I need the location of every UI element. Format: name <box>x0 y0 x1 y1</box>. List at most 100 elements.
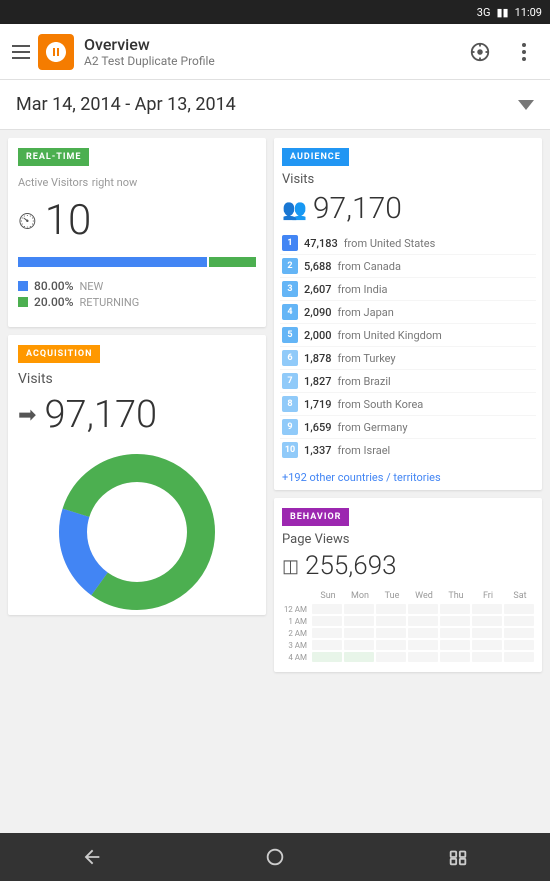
arrow-right-icon: ➡ <box>18 403 36 428</box>
audience-card: AUDIENCE Visits 👥 97,170 1 47,183 from U… <box>274 138 542 490</box>
target-icon-btn[interactable] <box>466 38 494 66</box>
heatmap-cell <box>472 616 502 626</box>
rank-badge: 10 <box>282 442 298 458</box>
behavior-card: BEHAVIOR Page Views ◫ 255,693 SunMonTueW… <box>274 498 542 672</box>
country-count: 2,000 <box>304 329 331 342</box>
heatmap-cell <box>472 628 502 638</box>
home-button[interactable] <box>264 846 286 868</box>
country-count: 1,659 <box>304 421 331 434</box>
heatmap-cell <box>440 628 470 638</box>
group-icon: 👥 <box>282 197 307 221</box>
date-range-bar[interactable]: Mar 14, 2014 - Apr 13, 2014 <box>0 80 550 130</box>
country-name: from Israel <box>337 444 390 457</box>
heatmap-day-label: Sun <box>314 591 342 601</box>
heatmap-cell <box>472 652 502 662</box>
heatmap-days-header: SunMonTueWedThuFriSat <box>282 591 534 601</box>
heatmap-day-label: Fri <box>474 591 502 601</box>
heatmap-cell <box>344 628 374 638</box>
country-name: from Canada <box>337 260 400 273</box>
hamburger-menu[interactable] <box>12 45 30 59</box>
new-visitors-bar <box>18 257 207 267</box>
rank-badge: 9 <box>282 419 298 435</box>
country-name: from Japan <box>337 306 393 319</box>
heatmap-day-label: Thu <box>442 591 470 601</box>
heatmap-cell <box>440 652 470 662</box>
country-count: 1,827 <box>304 375 331 388</box>
country-count: 1,337 <box>304 444 331 457</box>
heatmap-cell <box>504 616 534 626</box>
heatmap-cell <box>376 640 406 650</box>
recents-button[interactable] <box>447 846 469 868</box>
heatmap-cell <box>504 604 534 614</box>
country-name: from Brazil <box>337 375 390 388</box>
app-bar: Overview A2 Test Duplicate Profile <box>0 24 550 80</box>
rank-badge: 3 <box>282 281 298 297</box>
new-dot <box>18 281 28 291</box>
heatmap-time-label: 3 AM <box>282 641 310 650</box>
app-subtitle: A2 Test Duplicate Profile <box>84 54 466 68</box>
country-name: from India <box>337 283 387 296</box>
acquisition-visits-number: 97,170 <box>44 393 157 437</box>
clock-icon: ⏲ <box>18 207 37 235</box>
heatmap-time-label: 12 AM <box>282 605 310 614</box>
audience-tag-row: AUDIENCE <box>274 138 542 166</box>
other-countries-text: +192 other countries / territories <box>274 467 542 490</box>
heatmap-cell <box>344 616 374 626</box>
heatmap-cell <box>504 640 534 650</box>
app-bar-actions <box>466 38 538 66</box>
realtime-tag: REAL-TIME <box>18 148 89 166</box>
list-item: 9 1,659 from Germany <box>280 416 536 439</box>
more-options-icon[interactable] <box>510 38 538 66</box>
heatmap-day-label: Sat <box>506 591 534 601</box>
status-bar: 3G ▮▮ 11:09 <box>0 0 550 24</box>
rank-badge: 7 <box>282 373 298 389</box>
returning-label: RETURNING <box>79 296 139 309</box>
new-label: NEW <box>79 280 103 293</box>
heatmap-cell <box>408 652 438 662</box>
list-item: 4 2,090 from Japan <box>280 301 536 324</box>
country-count: 1,878 <box>304 352 331 365</box>
behavior-tag: BEHAVIOR <box>282 508 349 526</box>
country-count: 2,607 <box>304 283 331 296</box>
heatmap-cell <box>312 652 342 662</box>
list-item: 3 2,607 from India <box>280 278 536 301</box>
heatmap-cell <box>440 604 470 614</box>
app-title-group: Overview A2 Test Duplicate Profile <box>84 35 466 68</box>
acquisition-visits-label: Visits <box>8 363 266 389</box>
heatmap-cell <box>376 616 406 626</box>
back-button[interactable] <box>81 846 103 868</box>
heatmap-row: 3 AM <box>282 640 534 650</box>
heatmap-cell <box>312 628 342 638</box>
behavior-tag-row: BEHAVIOR <box>274 498 542 526</box>
list-item: 2 5,688 from Canada <box>280 255 536 278</box>
active-visitors-number: 10 <box>45 196 92 245</box>
list-item: 6 1,878 from Turkey <box>280 347 536 370</box>
acquisition-card: ACQUISITION Visits ➡ 97,170 <box>8 335 266 615</box>
list-item: 8 1,719 from South Korea <box>280 393 536 416</box>
heatmap-cell <box>472 604 502 614</box>
returning-dot <box>18 297 28 307</box>
heatmap-row: 1 AM <box>282 616 534 626</box>
visitor-legend: 80.00% NEW 20.00% RETURNING <box>8 275 266 315</box>
new-legend-item: 80.00% NEW <box>18 279 256 293</box>
rank-badge: 6 <box>282 350 298 366</box>
app-title: Overview <box>84 35 466 54</box>
audience-visits-label: Visits <box>274 166 542 189</box>
heatmap-cell <box>408 616 438 626</box>
grid-icon: ◫ <box>282 556 299 577</box>
heatmap: SunMonTueWedThuFriSat 12 AM1 AM2 AM3 AM4… <box>274 587 542 672</box>
main-content: REAL-TIME Active Visitors right now ⏲ 10… <box>0 138 550 835</box>
bottom-nav <box>0 833 550 881</box>
heatmap-cell <box>440 640 470 650</box>
heatmap-day-label: Wed <box>410 591 438 601</box>
returning-visitors-bar <box>209 257 256 267</box>
heatmap-row: 2 AM <box>282 628 534 638</box>
right-column: AUDIENCE Visits 👥 97,170 1 47,183 from U… <box>274 138 542 827</box>
country-list: 1 47,183 from United States 2 5,688 from… <box>274 232 542 467</box>
heatmap-cell <box>472 640 502 650</box>
heatmap-cell <box>504 628 534 638</box>
date-range-text: Mar 14, 2014 - Apr 13, 2014 <box>16 94 236 115</box>
active-visitors-label: Active Visitors right now <box>8 166 266 192</box>
heatmap-day-label: Mon <box>346 591 374 601</box>
heatmap-cell <box>504 652 534 662</box>
